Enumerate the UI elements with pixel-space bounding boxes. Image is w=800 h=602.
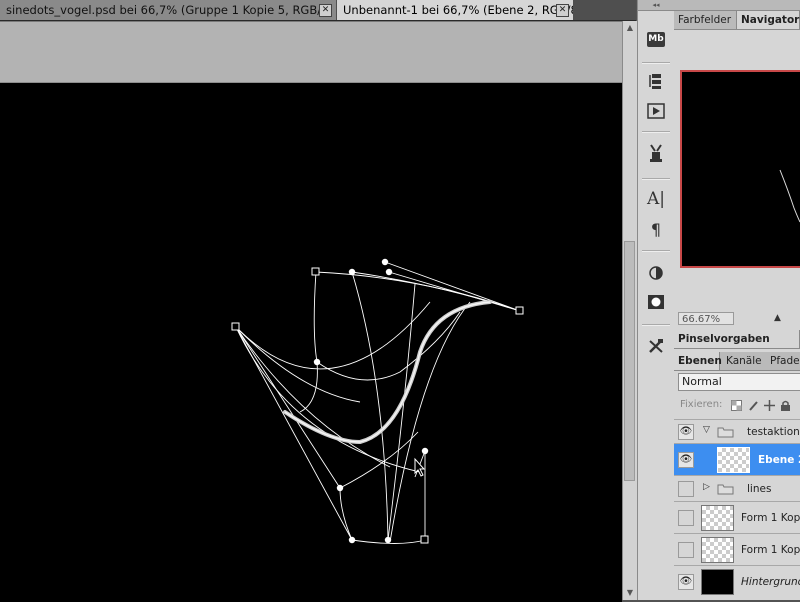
visibility-toggle[interactable] <box>678 481 694 497</box>
path-drawing[interactable] <box>0 83 622 602</box>
zoom-out-icon[interactable]: ▲ <box>774 313 781 323</box>
panel-icon-strip: ◂◂ Mb A| ¶ <box>637 0 675 600</box>
document-tab-label: Unbenannt-1 bei 66,7% (Ebene 2, RGB/8) * <box>343 3 573 17</box>
divider <box>642 178 670 180</box>
play-icon <box>647 103 665 119</box>
adjustments-button[interactable] <box>646 263 666 283</box>
layer-name: Form 1 Kopie <box>741 512 800 524</box>
paragraph-button[interactable]: ¶ <box>646 219 666 239</box>
collapse-arrow-icon[interactable]: ▷ <box>703 482 710 492</box>
layers-panel-tabs: Ebenen Kanäle Pfade <box>674 352 800 371</box>
lock-transparent-icon[interactable] <box>731 400 742 411</box>
layer-form-1-kopie[interactable]: Form 1 Kopie <box>674 533 800 565</box>
right-panel-dock: Farbfelder Navigator 66.67% ▲ Pinselvorg… <box>674 0 800 600</box>
layer-name: lines <box>747 483 772 495</box>
layer-ebene-2[interactable]: 👁 Ebene 2 <box>674 443 800 475</box>
history-button[interactable] <box>646 71 666 91</box>
layer-thumbnail <box>717 447 750 473</box>
navigator-preview[interactable] <box>680 70 800 268</box>
layer-group-lines[interactable]: ▷ lines <box>674 475 800 501</box>
tab-navigator[interactable]: Navigator <box>736 11 800 29</box>
lock-label: Fixieren: <box>680 399 723 410</box>
brush-presets-panel-tabs: Pinselvorgaben <box>674 330 800 349</box>
lock-position-icon[interactable] <box>764 400 775 411</box>
zoom-input[interactable]: 66.67% <box>678 312 734 325</box>
visibility-toggle[interactable]: 👁 <box>678 574 694 590</box>
panel-dock-header <box>674 0 800 11</box>
clone-source-button[interactable] <box>646 143 666 163</box>
divider <box>642 131 670 133</box>
visibility-toggle[interactable]: 👁 <box>678 452 694 468</box>
folder-icon <box>717 427 734 438</box>
divider <box>642 62 670 64</box>
folder-icon <box>717 484 734 495</box>
lock-all-icon[interactable] <box>780 400 791 411</box>
layer-thumbnail <box>701 537 734 563</box>
document-canvas[interactable] <box>0 82 622 602</box>
mini-bridge-icon: Mb <box>647 31 665 47</box>
divider <box>642 324 670 326</box>
canvas-area <box>0 21 622 602</box>
layer-thumbnail <box>701 505 734 531</box>
tab-pfade[interactable]: Pfade <box>766 352 800 370</box>
close-icon[interactable]: ✕ <box>319 4 332 17</box>
lock-row: Fixieren: <box>680 399 800 415</box>
actions-button[interactable] <box>646 101 666 121</box>
document-tab-unbenannt[interactable]: Unbenannt-1 bei 66,7% (Ebene 2, RGB/8) *… <box>337 0 573 20</box>
visibility-toggle[interactable] <box>678 542 694 558</box>
tool-presets-button[interactable] <box>646 336 666 356</box>
document-tab-bar: sinedots_vogel.psd bei 66,7% (Gruppe 1 K… <box>0 0 636 21</box>
history-icon <box>649 74 661 89</box>
lock-paint-icon[interactable] <box>748 400 759 411</box>
layer-group-testaktion[interactable]: 👁 ▽ testaktion <box>674 419 800 443</box>
scroll-up-icon[interactable]: ▲ <box>625 23 635 33</box>
character-icon: A| <box>646 189 665 209</box>
tab-kanaele[interactable]: Kanäle <box>722 352 764 370</box>
blend-mode-select[interactable]: Normal <box>678 373 800 391</box>
visibility-toggle[interactable]: 👁 <box>678 424 694 440</box>
layer-form-1-kopie[interactable]: Form 1 Kopie <box>674 501 800 533</box>
layer-hintergrund[interactable]: 👁 Hintergrund <box>674 565 800 600</box>
collapse-panels-icon[interactable]: ◂◂ <box>638 0 674 11</box>
eye-icon: 👁 <box>679 426 693 437</box>
document-tab-sinedots[interactable]: sinedots_vogel.psd bei 66,7% (Gruppe 1 K… <box>0 0 336 20</box>
stamp-icon <box>650 144 662 162</box>
character-button[interactable]: A| <box>646 189 666 209</box>
eye-icon: 👁 <box>679 576 693 587</box>
tab-farbfelder[interactable]: Farbfelder <box>674 11 736 29</box>
layer-name: testaktion <box>747 426 800 438</box>
navigator-panel-tabs: Farbfelder Navigator <box>674 11 800 30</box>
layer-name: Hintergrund <box>741 576 800 588</box>
navigator-zoom-row: 66.67% ▲ <box>674 310 800 328</box>
expand-arrow-icon[interactable]: ▽ <box>703 425 710 435</box>
layer-name: Form 1 Kopie <box>741 544 800 556</box>
layer-name: Ebene 2 <box>758 454 800 466</box>
close-icon[interactable]: ✕ <box>556 4 569 17</box>
adjustments-icon <box>649 266 663 280</box>
tab-ebenen[interactable]: Ebenen <box>674 352 722 370</box>
tab-pinselvorgaben[interactable]: Pinselvorgaben <box>674 330 800 348</box>
mini-bridge-button[interactable]: Mb <box>646 29 666 49</box>
scroll-thumb[interactable] <box>624 241 635 481</box>
pasteboard <box>0 22 622 82</box>
mask-icon <box>648 295 664 309</box>
scroll-down-icon[interactable]: ▼ <box>625 588 635 598</box>
divider <box>642 250 670 252</box>
visibility-toggle[interactable] <box>678 510 694 526</box>
navigator-thumbnail <box>779 169 800 223</box>
layer-thumbnail <box>701 569 734 595</box>
document-tab-label: sinedots_vogel.psd bei 66,7% (Gruppe 1 K… <box>6 3 336 17</box>
tools-icon <box>649 339 663 353</box>
masks-button[interactable] <box>646 292 666 312</box>
vertical-scrollbar[interactable]: ▲ ▼ <box>622 21 637 600</box>
eye-icon: 👁 <box>679 454 693 465</box>
paragraph-icon: ¶ <box>650 219 662 239</box>
